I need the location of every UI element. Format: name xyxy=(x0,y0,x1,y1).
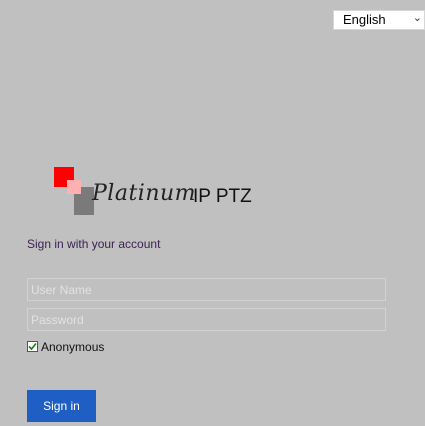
anonymous-checkbox[interactable] xyxy=(27,341,38,352)
brand-script-logo: Platinum xyxy=(92,181,197,206)
logo-icon xyxy=(54,167,94,215)
anonymous-label: Anonymous xyxy=(41,340,105,354)
signin-heading: Sign in with your account xyxy=(27,237,161,251)
password-input[interactable] xyxy=(28,309,385,330)
chevron-down-icon: ⌄ xyxy=(412,12,422,24)
password-field[interactable] xyxy=(27,308,386,331)
username-field[interactable] xyxy=(27,278,386,301)
language-select-value: English xyxy=(343,12,386,27)
checkmark-icon xyxy=(28,342,37,351)
sign-in-button[interactable]: Sign in xyxy=(27,390,96,422)
brand-product-name: IP PTZ xyxy=(193,186,252,207)
language-select[interactable]: English ⌄ xyxy=(333,10,425,30)
username-input[interactable] xyxy=(28,279,385,300)
logo-pink-square xyxy=(67,180,81,194)
